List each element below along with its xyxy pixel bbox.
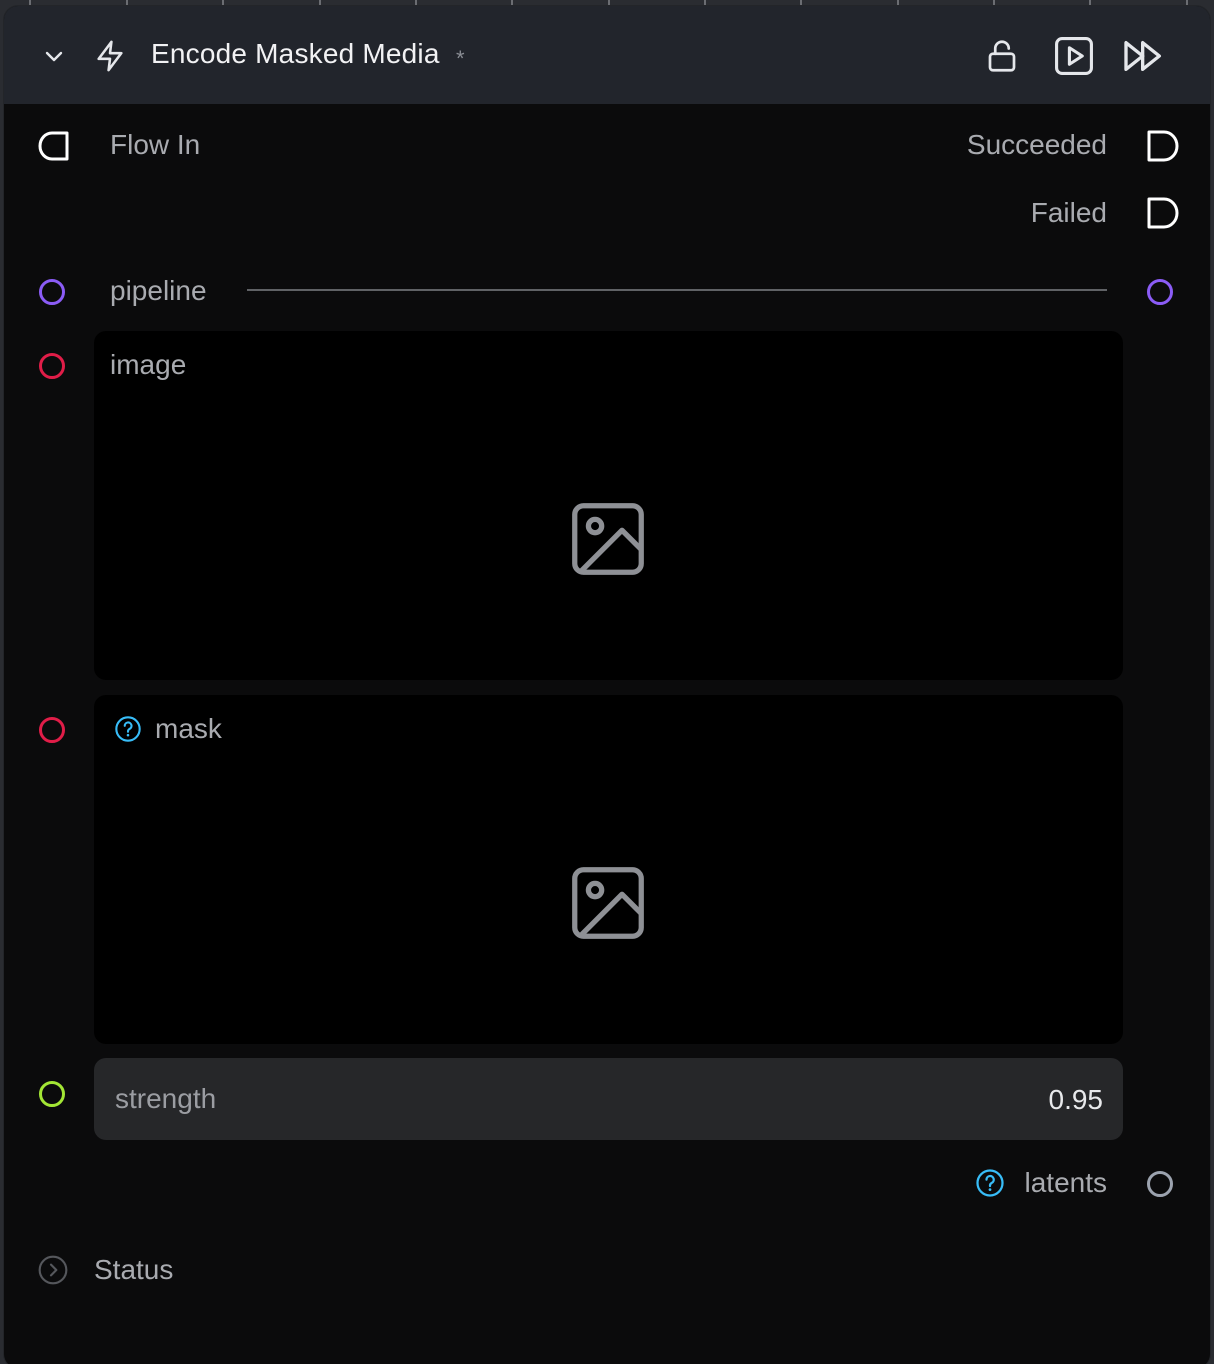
latents-label: latents [1024, 1167, 1108, 1198]
workflow-canvas[interactable]: Encode Masked Media * Flow In Succeeded [0, 0, 1214, 1364]
latents-output-port[interactable] [1147, 1171, 1173, 1197]
image-input-port[interactable] [39, 353, 65, 379]
lightning-icon [97, 40, 123, 72]
succeeded-port[interactable] [1146, 129, 1180, 163]
image-placeholder-icon [572, 503, 644, 575]
status-toggle-label[interactable]: Status [94, 1254, 173, 1286]
flow-in-port[interactable] [38, 130, 70, 162]
node-title: Encode Masked Media [151, 38, 440, 69]
chevron-right-circle-icon[interactable] [37, 1254, 69, 1286]
strength-input-port[interactable] [39, 1081, 65, 1107]
mask-placeholder-icon [572, 867, 644, 939]
image-label: image [110, 349, 187, 380]
pipeline-divider [247, 289, 1107, 291]
mask-label: mask [155, 713, 222, 744]
mask-drop-area[interactable]: mask [94, 695, 1123, 1044]
failed-label: Failed [1030, 197, 1107, 228]
strength-label: strength [115, 1083, 217, 1114]
failed-port[interactable] [1146, 196, 1180, 230]
node-header[interactable]: Encode Masked Media * [4, 6, 1210, 104]
play-icon[interactable] [1052, 34, 1096, 78]
strength-value[interactable]: 0.95 [1049, 1084, 1104, 1116]
pipeline-output-port[interactable] [1147, 279, 1173, 305]
help-icon[interactable] [114, 715, 142, 743]
flow-in-label: Flow In [110, 129, 201, 160]
fast-forward-icon[interactable] [1121, 36, 1171, 76]
encode-masked-media-node[interactable]: Encode Masked Media * Flow In Succeeded [4, 6, 1210, 1364]
image-drop-area[interactable]: image [94, 331, 1123, 680]
unlock-icon[interactable] [984, 38, 1020, 74]
succeeded-label: Succeeded [966, 129, 1107, 160]
latents-help-icon[interactable] [975, 1168, 1005, 1198]
modified-indicator: * [456, 46, 465, 71]
chevron-down-icon[interactable] [42, 44, 66, 68]
strength-number-field[interactable]: strength 0.95 [94, 1058, 1123, 1140]
mask-input-port[interactable] [39, 717, 65, 743]
pipeline-input-port[interactable] [39, 279, 65, 305]
pipeline-label: pipeline [110, 275, 207, 306]
